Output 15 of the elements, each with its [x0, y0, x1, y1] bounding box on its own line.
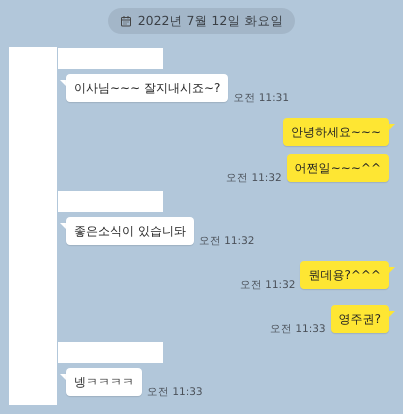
message-time: 오전 11:32 [226, 172, 282, 184]
date-text: 2022년 7월 12일 화요일 [138, 12, 284, 30]
message-bubble: 넹ㅋㅋㅋㅋ [66, 368, 142, 396]
message-time: 오전 11:33 [270, 323, 326, 335]
message-time: 오전 11:32 [198, 235, 254, 247]
message-bubble: 안녕하세요~~~ [282, 118, 389, 146]
message-bubble: 이사님~~~ 잘지내시죠~? [66, 74, 228, 102]
message-bubble: 좋은소식이 있습니돠 [66, 217, 194, 245]
message-bubble: 영주권? [330, 305, 389, 333]
message-time: 오전 11:32 [240, 279, 296, 291]
message-time: 오전 11:33 [147, 386, 203, 398]
message-time: 오전 11:31 [233, 92, 290, 104]
message-bubble: 뭔데용?^^^ [300, 261, 389, 289]
calendar-icon [120, 15, 132, 27]
message-bubble: 어쩐일~~~^^ [286, 154, 389, 182]
